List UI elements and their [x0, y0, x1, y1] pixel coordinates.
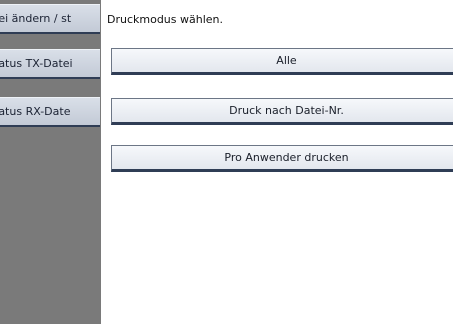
sidebar-tab-label: tatus RX-Date — [0, 105, 71, 118]
print-per-user-button[interactable]: Pro Anwender drucken — [111, 145, 453, 172]
instruction-text: Druckmodus wählen. — [107, 13, 224, 26]
sidebar-tab-label: tatus TX-Datei — [0, 57, 73, 70]
print-by-file-number-label: Druck nach Datei-Nr. — [229, 104, 344, 117]
sidebar: tei ändern / st tatus TX-Datei tatus RX-… — [0, 0, 102, 324]
print-by-file-number-button[interactable]: Druck nach Datei-Nr. — [111, 98, 453, 125]
print-all-label: Alle — [276, 54, 297, 67]
print-per-user-label: Pro Anwender drucken — [224, 151, 349, 164]
main-panel: Druckmodus wählen. Alle Druck nach Datei… — [101, 0, 453, 324]
sidebar-tab-change-file[interactable]: tei ändern / st — [0, 4, 100, 34]
sidebar-tab-rx-file-status[interactable]: tatus RX-Date — [0, 97, 100, 127]
sidebar-tab-label: tei ändern / st — [0, 12, 72, 25]
print-all-button[interactable]: Alle — [111, 48, 453, 75]
sidebar-tab-tx-file-status[interactable]: tatus TX-Datei — [0, 49, 100, 79]
screen: tei ändern / st tatus TX-Datei tatus RX-… — [0, 0, 453, 324]
